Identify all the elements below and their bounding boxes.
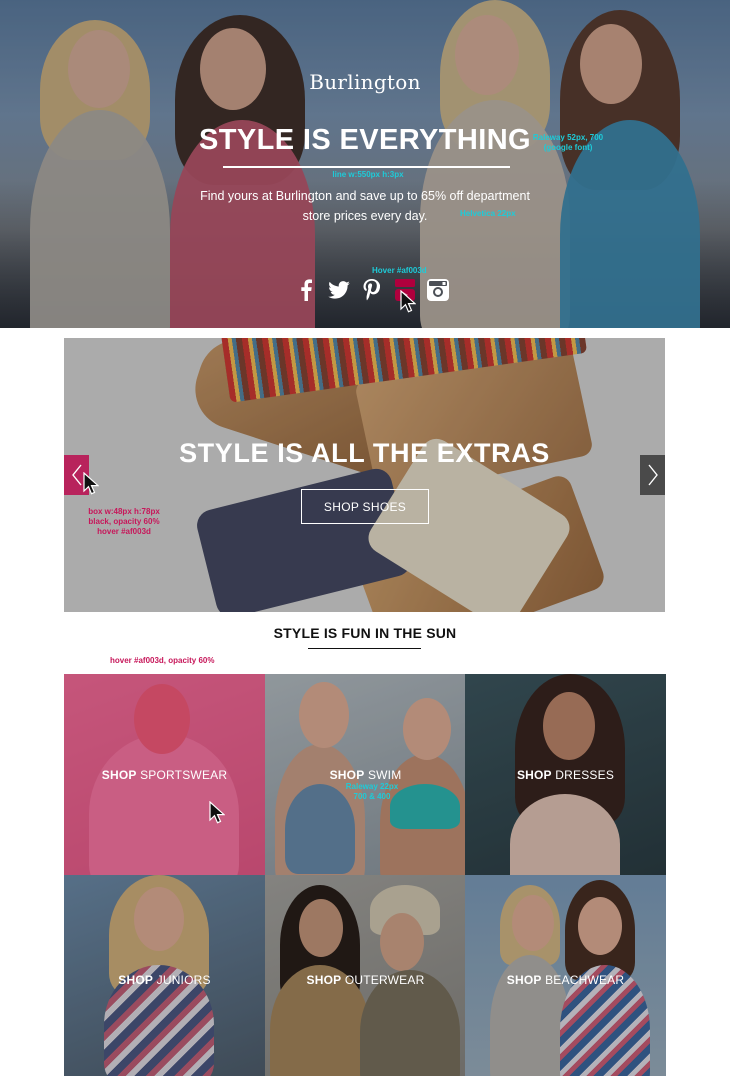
chevron-right-icon [647, 464, 658, 486]
instagram-link[interactable] [421, 276, 454, 304]
tile-shop-beachwear[interactable]: SHOP BEACHWEAR [465, 875, 666, 1076]
slide-title: STYLE IS ALL THE EXTRAS [179, 438, 550, 468]
section-title-strong: STYLE IS FUN [273, 625, 371, 641]
annotation-tile-font: Raleway 22px 700 & 400 [327, 782, 417, 802]
facebook-icon [300, 279, 312, 301]
annotation-title-font: Raleway 52px, 700 (google font) [520, 133, 616, 153]
tile-label: SHOP BEACHWEAR [465, 973, 666, 987]
section-title-rest: IN THE SUN [370, 625, 457, 641]
logo-text: Burlington [309, 70, 421, 94]
tile-label-prefix: SHOP [118, 973, 154, 987]
mouse-cursor-icon [400, 290, 416, 313]
tile-shop-swim[interactable]: SHOP SWIM Raleway 22px 700 & 400 [265, 674, 466, 875]
social-links [289, 276, 454, 304]
annotation-social-hover: Hover #af003d [372, 266, 427, 275]
mouse-cursor-icon [209, 801, 225, 824]
tile-label: SHOP SPORTSWEAR [64, 768, 265, 782]
tile-label-prefix: SHOP [516, 768, 552, 782]
hero-title: STYLE IS EVERYTHING [198, 124, 532, 156]
pinterest-icon [363, 279, 380, 301]
annotation-text: hover #af003d [97, 527, 151, 536]
tile-label-prefix: SHOP [306, 973, 342, 987]
tile-label: SHOP DRESSES [465, 768, 666, 782]
pinterest-link[interactable] [355, 276, 388, 304]
annotation-tile-hover: hover #af003d, opacity 60% [110, 656, 215, 665]
tile-label: SHOP SWIM [265, 768, 466, 782]
tile-label-text: BEACHWEAR [541, 973, 625, 987]
tile-label-prefix: SHOP [506, 973, 542, 987]
annotation-text: box w:48px h:78px [88, 507, 160, 516]
instagram-icon [426, 279, 449, 301]
facebook-link[interactable] [289, 276, 322, 304]
mouse-cursor-icon [83, 472, 99, 495]
annotation-line-spec: line w:550px h:3px [332, 170, 404, 179]
shoes-slider [64, 338, 665, 612]
annotation-text: Raleway 52px, 700 [532, 133, 604, 142]
annotation-text: black, opacity 60% [88, 517, 160, 526]
twitter-icon [327, 281, 350, 299]
slide-overlay [64, 338, 665, 612]
annotation-text: Raleway 22px [345, 782, 399, 791]
tile-label-text: DRESSES [551, 768, 615, 782]
tile-shop-dresses[interactable]: SHOP DRESSES [465, 674, 666, 875]
tile-label: SHOP OUTERWEAR [265, 973, 466, 987]
tile-label-prefix: SHOP [329, 768, 365, 782]
tile-shop-outerwear[interactable]: SHOP OUTERWEAR [265, 875, 466, 1076]
annotation-text: 700 & 400 [353, 792, 391, 801]
annotation-subtitle-font: Helvetica 22px [460, 209, 516, 218]
tile-label: SHOP JUNIORS [64, 973, 265, 987]
tile-label-text: SPORTSWEAR [136, 768, 228, 782]
annotation-text: (google font) [543, 143, 593, 152]
tile-label-text: OUTERWEAR [341, 973, 425, 987]
hero-title-underline [223, 166, 510, 168]
hero-subtitle: Find yours at Burlington and save up to … [200, 189, 530, 223]
chevron-left-icon [71, 464, 82, 486]
tile-shop-juniors[interactable]: SHOP JUNIORS [64, 875, 265, 1076]
section-title-underline [308, 648, 421, 649]
section-title: STYLE IS FUN IN THE SUN [0, 625, 730, 641]
slider-next-button[interactable] [640, 455, 665, 495]
tile-label-text: SWIM [364, 768, 402, 782]
burlington-logo[interactable]: Burlington [0, 70, 730, 94]
twitter-link[interactable] [322, 276, 355, 304]
shop-shoes-button[interactable]: SHOP SHOES [301, 489, 429, 524]
tile-shop-sportswear[interactable]: SHOP SPORTSWEAR [64, 674, 265, 875]
tile-label-prefix: SHOP [101, 768, 137, 782]
tile-label-text: JUNIORS [153, 973, 211, 987]
annotation-arrow-box: box w:48px h:78px black, opacity 60% hov… [84, 507, 164, 537]
